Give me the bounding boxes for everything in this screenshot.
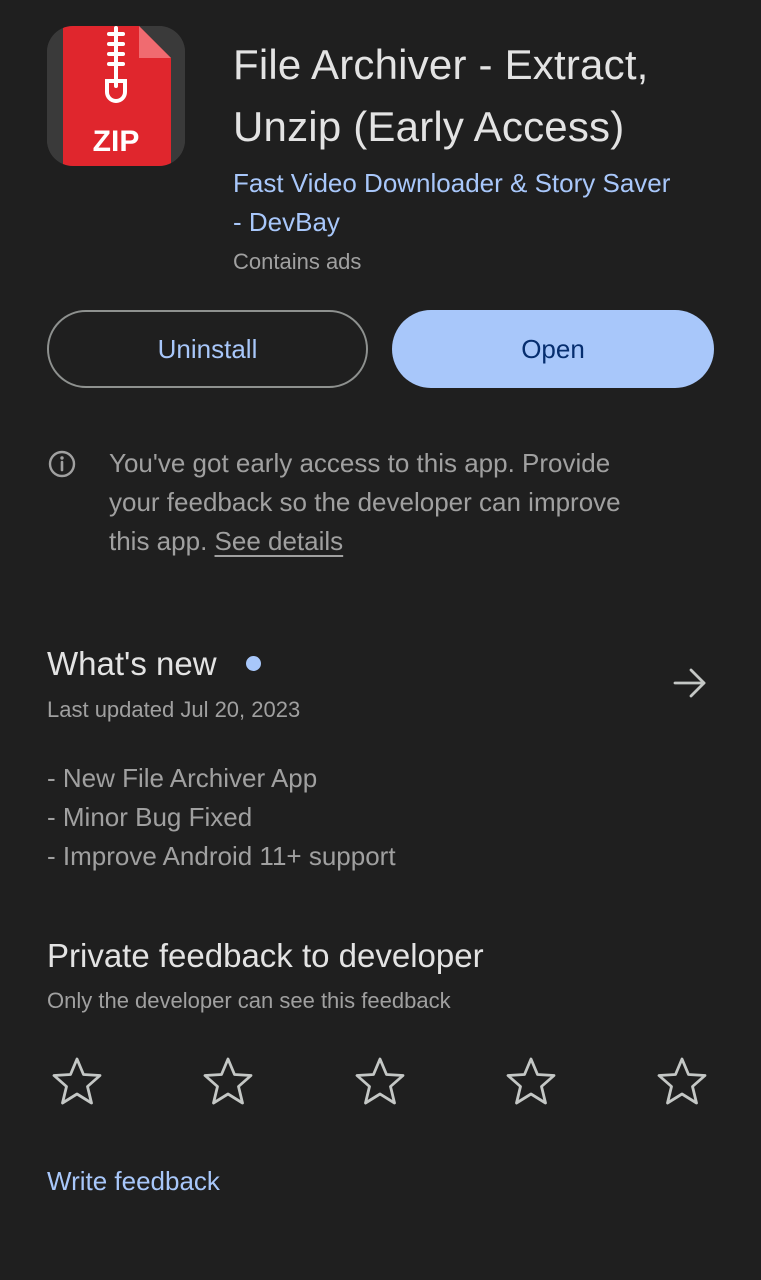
release-note-item: - Minor Bug Fixed (47, 802, 253, 832)
last-updated-label: Last updated Jul 20, 2023 (47, 697, 301, 722)
star-2-icon[interactable] (202, 1056, 254, 1106)
developer-line2: - DevBay (233, 207, 340, 237)
star-1-icon[interactable] (51, 1056, 103, 1106)
release-notes: - New File Archiver App - Minor Bug Fixe… (47, 759, 396, 876)
notice-line3: this app. See details (109, 522, 709, 561)
private-feedback-subtitle: Only the developer can see this feedback (47, 988, 451, 1013)
private-feedback-title: Private feedback to developer (47, 937, 484, 974)
write-feedback-link[interactable]: Write feedback (47, 1163, 220, 1199)
notice-line1: You've got early access to this app. Pro… (109, 448, 611, 478)
app-icon-text: ZIP (93, 125, 140, 158)
developer-link[interactable]: Fast Video Downloader & Story Saver - De… (233, 164, 733, 242)
whats-new-title[interactable]: What's new (47, 642, 217, 686)
app-icon: ZIP (47, 26, 185, 166)
open-button[interactable]: Open (392, 310, 714, 388)
arrow-right-icon[interactable] (672, 666, 708, 700)
star-4-icon[interactable] (505, 1056, 557, 1106)
see-details-link[interactable]: See details (215, 526, 344, 556)
app-title: File Archiver - Extract, Unzip (Early Ac… (233, 34, 743, 158)
contains-ads-label: Contains ads (233, 249, 362, 274)
release-note-item: - New File Archiver App (47, 763, 318, 793)
release-note-item: - Improve Android 11+ support (47, 841, 396, 871)
app-title-line2: Unzip (Early Access) (233, 103, 625, 150)
app-title-line1: File Archiver - Extract, (233, 41, 649, 88)
zip-file-icon: ZIP (47, 26, 185, 166)
developer-line1: Fast Video Downloader & Story Saver (233, 168, 671, 198)
uninstall-button[interactable]: Uninstall (47, 310, 368, 388)
new-indicator-dot (246, 656, 261, 671)
star-3-icon[interactable] (354, 1056, 406, 1106)
notice-line3-text: this app. (109, 526, 215, 556)
notice-line2: your feedback so the developer can impro… (109, 487, 621, 517)
early-access-notice: You've got early access to this app. Pro… (109, 444, 709, 561)
info-icon (48, 450, 76, 478)
star-5-icon[interactable] (656, 1056, 708, 1106)
